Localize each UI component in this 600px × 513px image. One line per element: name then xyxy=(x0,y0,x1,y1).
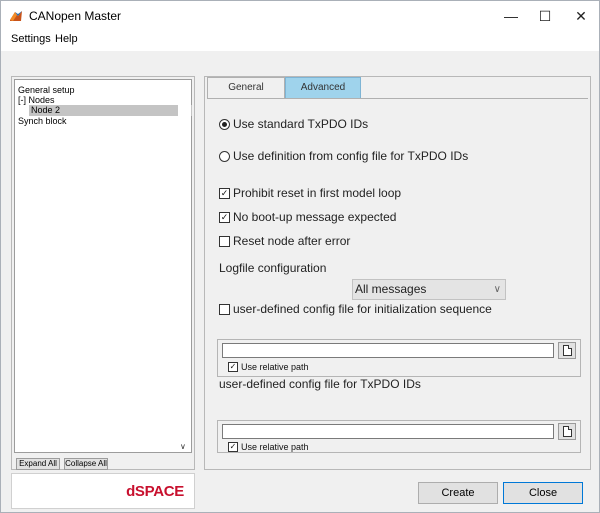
node-tree[interactable]: General setup [-] Nodes Node 2 Synch blo… xyxy=(14,79,192,453)
checkbox-no-bootup[interactable]: ✓ No boot-up message expected xyxy=(219,210,396,224)
create-button[interactable]: Create xyxy=(418,482,498,504)
checkmark-icon[interactable]: ✓ xyxy=(228,442,238,452)
checkbox-reset-node[interactable]: Reset node after error xyxy=(219,234,350,248)
tab-advanced[interactable]: Advanced xyxy=(285,77,361,99)
logfile-select-value: All messages xyxy=(355,282,427,296)
tree-item-synch-block[interactable]: Synch block xyxy=(18,116,67,127)
no-bootup-label: No boot-up message expected xyxy=(233,210,397,224)
init-relative-label: Use relative path xyxy=(241,362,309,372)
radio-selected-icon[interactable] xyxy=(219,118,230,130)
file-browse-icon xyxy=(563,426,572,437)
maximize-button[interactable]: ☐ xyxy=(527,1,563,31)
title-bar[interactable]: CANopen Master — ☐ ✕ xyxy=(1,1,599,31)
radio-standard-label: Use standard TxPDO IDs xyxy=(233,117,369,131)
scroll-down-icon[interactable]: ∨ xyxy=(180,442,186,451)
radio-standard-txpdo[interactable]: Use standard TxPDO IDs xyxy=(219,117,368,131)
logfile-configuration-label: Logfile configuration xyxy=(219,261,327,275)
collapse-all-button[interactable]: Collapse All xyxy=(64,458,108,470)
checkbox-prohibit-reset[interactable]: ✓ Prohibit reset in first model loop xyxy=(219,186,401,200)
txpdo-relative-path[interactable]: ✓ Use relative path xyxy=(228,442,309,452)
checkmark-icon[interactable]: ✓ xyxy=(219,211,230,223)
prohibit-reset-label: Prohibit reset in first model loop xyxy=(233,186,402,200)
init-sequence-relative-path[interactable]: ✓ Use relative path xyxy=(228,362,309,372)
menu-help[interactable]: Help xyxy=(55,33,78,45)
init-sequence-label: user-defined config file for initializat… xyxy=(233,302,492,316)
checkbox-empty-icon[interactable] xyxy=(219,235,230,247)
expand-all-button[interactable]: Expand All xyxy=(16,458,60,470)
radio-config-txpdo[interactable]: Use definition from config file for TxPD… xyxy=(219,149,468,163)
settings-panel: General Advanced Use standard TxPDO IDs … xyxy=(204,76,591,470)
txpdo-relative-label: Use relative path xyxy=(241,442,309,452)
advanced-tab-content: Use standard TxPDO IDs Use definition fr… xyxy=(207,98,588,468)
checkbox-init-sequence[interactable]: user-defined config file for initializat… xyxy=(219,302,492,316)
checkmark-icon[interactable]: ✓ xyxy=(219,187,230,199)
txpdo-file-group: ✓ Use relative path xyxy=(217,420,581,453)
chevron-down-icon[interactable]: ∨ xyxy=(494,280,501,299)
close-window-button[interactable]: ✕ xyxy=(563,1,599,31)
txpdo-path-field[interactable] xyxy=(222,424,554,439)
radio-unselected-icon[interactable] xyxy=(219,150,230,162)
txpdo-browse-button[interactable] xyxy=(558,423,576,440)
checkbox-empty-icon[interactable] xyxy=(219,303,230,315)
reset-node-label: Reset node after error xyxy=(233,234,351,248)
txpdo-config-file-label: user-defined config file for TxPDO IDs xyxy=(219,377,421,391)
tree-scrollbar[interactable]: ∨ xyxy=(178,80,191,452)
minimize-button[interactable]: — xyxy=(493,1,529,31)
window-title: CANopen Master xyxy=(29,9,122,23)
file-browse-icon xyxy=(563,345,572,356)
navigation-panel: General setup [-] Nodes Node 2 Synch blo… xyxy=(11,76,195,470)
init-sequence-group: ✓ Use relative path xyxy=(217,339,581,377)
radio-config-label: Use definition from config file for TxPD… xyxy=(233,149,469,163)
menu-bar: Settings Help xyxy=(1,31,599,51)
menu-settings[interactable]: Settings xyxy=(11,33,51,45)
dspace-logo: dSPACE xyxy=(126,483,184,500)
matlab-app-icon xyxy=(9,9,23,23)
init-sequence-browse-button[interactable] xyxy=(558,342,576,359)
init-sequence-path-field[interactable] xyxy=(222,343,554,358)
logo-box: dSPACE xyxy=(11,473,195,509)
tree-item-node-2[interactable]: Node 2 xyxy=(29,105,192,116)
close-button[interactable]: Close xyxy=(503,482,583,504)
logfile-select[interactable]: All messages ∨ xyxy=(352,279,506,300)
checkmark-icon[interactable]: ✓ xyxy=(228,362,238,372)
tab-general[interactable]: General xyxy=(207,77,285,99)
canopen-master-window: CANopen Master — ☐ ✕ Settings Help Gener… xyxy=(0,0,600,513)
